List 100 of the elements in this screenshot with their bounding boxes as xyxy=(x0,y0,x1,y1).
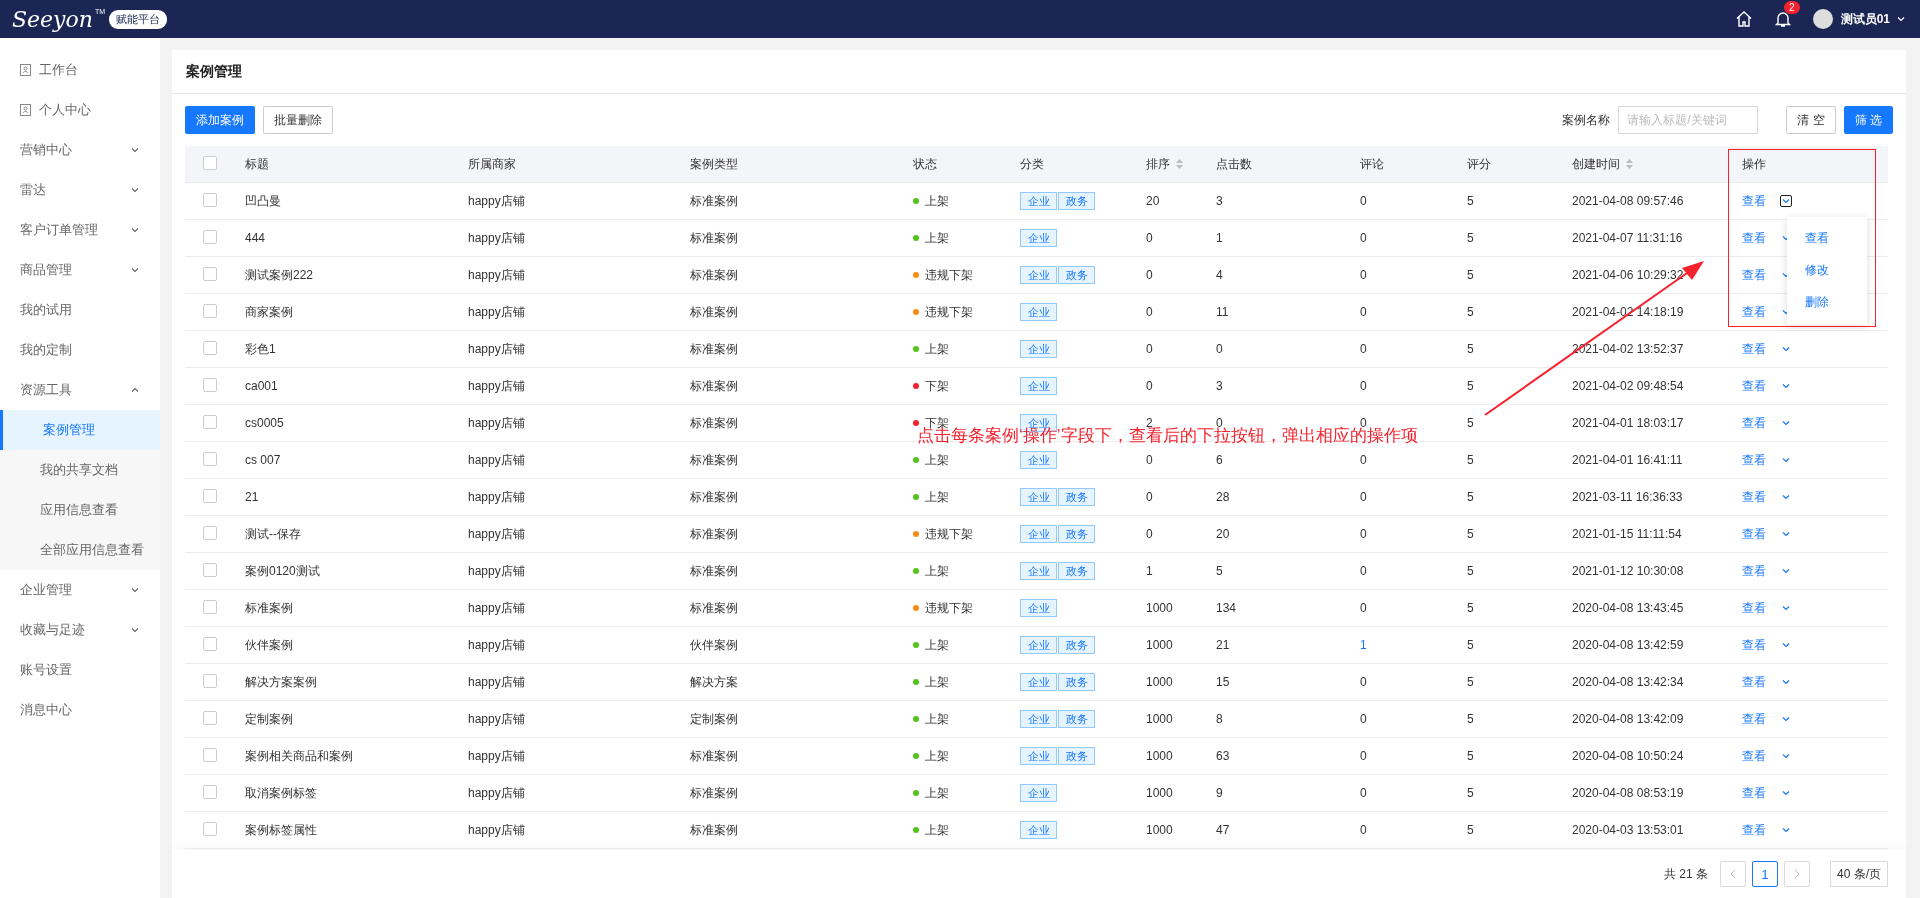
view-link[interactable]: 查看 xyxy=(1742,747,1766,765)
table-cell-text: happy店铺 xyxy=(468,340,526,358)
next-page-button[interactable] xyxy=(1784,861,1810,887)
checkbox[interactable] xyxy=(203,340,217,355)
column-header: 创建时间 xyxy=(1572,155,1620,173)
chevron-down-icon xyxy=(1781,381,1791,391)
bell-icon[interactable] xyxy=(1774,10,1791,28)
status-text: 违规下架 xyxy=(925,303,973,321)
checkbox[interactable] xyxy=(203,673,217,688)
logo: Seeyon xyxy=(12,6,93,32)
table-cell-text: 标准案例 xyxy=(690,821,739,839)
table-cell-text: 0 xyxy=(1360,268,1368,282)
filter-button[interactable]: 筛 选 xyxy=(1843,106,1893,134)
batch-delete-button[interactable]: 批量删除 xyxy=(263,106,333,134)
table-cell-text: 解决方案案例 xyxy=(245,673,318,691)
table-cell-text: 标准案例 xyxy=(690,599,739,617)
table-cell-text: 2020-04-08 10:50:24 xyxy=(1572,749,1685,763)
sidebar-subitem[interactable]: 我的共享文档 xyxy=(0,450,160,490)
view-link[interactable]: 查看 xyxy=(1742,525,1766,543)
category-tag: 企业 xyxy=(1020,562,1057,580)
table-cell-text: 0 xyxy=(1360,305,1368,319)
checkbox[interactable] xyxy=(203,229,217,244)
checkbox[interactable] xyxy=(203,303,217,318)
table-cell-text: 测试--保存 xyxy=(245,525,302,543)
dropdown-toggle[interactable] xyxy=(1780,195,1792,207)
view-link[interactable]: 查看 xyxy=(1742,340,1766,358)
table-cell-text: 0 xyxy=(1146,342,1154,356)
table-cell-text: 5 xyxy=(1467,379,1475,393)
column-header: 状态 xyxy=(913,155,938,173)
checkbox[interactable] xyxy=(203,414,217,429)
add-button[interactable]: 添加案例 xyxy=(185,106,255,134)
chevron-left-icon xyxy=(1729,869,1737,879)
menu-item[interactable]: 查看 xyxy=(1787,222,1867,255)
sidebar-subitem[interactable]: 应用信息查看 xyxy=(0,490,160,530)
checkbox[interactable] xyxy=(203,488,217,503)
checkbox[interactable] xyxy=(203,525,217,540)
table-cell-text: 0 xyxy=(1360,712,1368,726)
table-cell-text: 3 xyxy=(1216,379,1224,393)
view-link[interactable]: 查看 xyxy=(1742,229,1766,247)
view-link[interactable]: 查看 xyxy=(1742,562,1766,580)
table-cell-text: 2020-04-03 13:53:01 xyxy=(1572,823,1685,837)
menu-item[interactable]: 删除 xyxy=(1787,286,1867,319)
table-cell-text: happy店铺 xyxy=(468,266,526,284)
view-link[interactable]: 查看 xyxy=(1742,451,1766,469)
chevron-down-icon xyxy=(130,185,140,195)
checkbox[interactable] xyxy=(203,599,217,614)
view-link[interactable]: 查看 xyxy=(1742,303,1766,321)
table-cell-text: 标准案例 xyxy=(690,488,739,506)
view-link[interactable]: 查看 xyxy=(1742,488,1766,506)
chevron-down-icon xyxy=(1781,640,1791,650)
view-link[interactable]: 查看 xyxy=(1742,710,1766,728)
view-link[interactable]: 查看 xyxy=(1742,599,1766,617)
user-name[interactable]: 测试员01 xyxy=(1840,10,1890,28)
page-size-select[interactable]: 40 条/页 xyxy=(1830,861,1888,887)
status-text: 上架 xyxy=(925,488,949,506)
sidebar-subitem[interactable]: 案例管理 xyxy=(0,410,160,450)
table-cell-text: 标准案例 xyxy=(690,266,739,284)
table-cell-text: 1 xyxy=(1216,231,1224,245)
view-link[interactable]: 查看 xyxy=(1742,636,1766,654)
clear-button[interactable]: 清 空 xyxy=(1786,106,1836,134)
search-field[interactable]: 请输入标题/关键词 xyxy=(1618,106,1759,134)
column-header: 标题 xyxy=(245,155,270,173)
view-link[interactable]: 查看 xyxy=(1742,414,1766,432)
view-link[interactable]: 查看 xyxy=(1742,821,1766,839)
page-button[interactable]: 1 xyxy=(1752,861,1778,887)
menu-item[interactable]: 修改 xyxy=(1787,254,1867,287)
checkbox[interactable] xyxy=(203,710,217,725)
sort-icon[interactable] xyxy=(1626,159,1633,169)
avatar[interactable] xyxy=(1812,9,1833,29)
category-tag: 政务 xyxy=(1058,710,1095,728)
table-cell-text: 1000 xyxy=(1146,749,1174,763)
checkbox[interactable] xyxy=(203,784,217,799)
table-cell-text: 21 xyxy=(1216,638,1231,652)
view-link[interactable]: 查看 xyxy=(1742,192,1766,210)
view-link[interactable]: 查看 xyxy=(1742,377,1766,395)
view-link[interactable]: 查看 xyxy=(1742,784,1766,802)
checkbox[interactable] xyxy=(203,377,217,392)
checkbox[interactable] xyxy=(203,747,217,762)
table-cell-text: 0 xyxy=(1360,564,1368,578)
chevron-down-icon xyxy=(130,145,140,155)
checkbox[interactable] xyxy=(203,636,217,651)
table-cell-text: 2021-04-01 18:03:17 xyxy=(1572,416,1685,430)
checkbox[interactable] xyxy=(203,451,217,466)
table-cell-text: 1000 xyxy=(1146,712,1174,726)
checkbox[interactable] xyxy=(203,155,217,170)
view-link[interactable]: 查看 xyxy=(1742,266,1766,284)
prev-page-button[interactable] xyxy=(1720,861,1746,887)
checkbox[interactable] xyxy=(203,821,217,836)
home-icon[interactable] xyxy=(1734,10,1753,28)
checkbox[interactable] xyxy=(203,192,217,207)
checkbox[interactable] xyxy=(203,562,217,577)
sidebar-subitem[interactable]: 全部应用信息查看 xyxy=(0,530,160,570)
table-cell-text: 5 xyxy=(1467,712,1475,726)
checkbox[interactable] xyxy=(203,266,217,281)
chevron-up-icon xyxy=(130,385,140,395)
table-cell-text: 定制案例 xyxy=(690,710,739,728)
table-cell-text: 0 xyxy=(1146,527,1154,541)
sort-icon[interactable] xyxy=(1176,159,1183,169)
view-link[interactable]: 查看 xyxy=(1742,673,1766,691)
notification-count: 2 xyxy=(1784,1,1800,14)
